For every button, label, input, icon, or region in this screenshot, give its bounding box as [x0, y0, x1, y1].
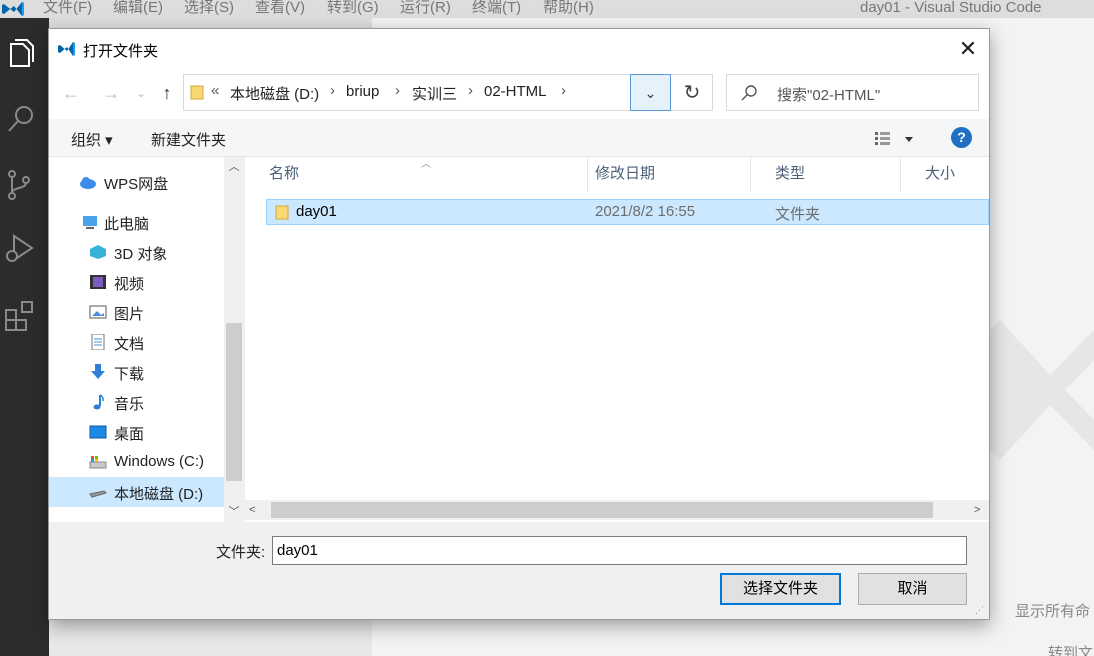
window-title: day01 - Visual Studio Code: [860, 0, 1042, 16]
drive-c-icon: [89, 456, 107, 469]
download-icon: [91, 364, 105, 379]
scroll-thumb[interactable]: [226, 323, 242, 481]
scroll-down-icon[interactable]: ﹀: [224, 502, 244, 522]
extensions-icon[interactable]: [2, 296, 40, 334]
menu-file[interactable]: 文件(F): [43, 0, 92, 18]
open-folder-dialog: 打开文件夹 ✕ ← → ⌄ ↑ « 本地磁盘 (D:) › briup › 实训…: [48, 28, 990, 620]
up-arrow-icon[interactable]: ↑: [155, 81, 179, 105]
organize-button[interactable]: 组织 ▾: [71, 129, 113, 150]
file-type: 文件夹: [775, 206, 821, 223]
navigation-pane: WPS网盘 此电脑 3D 对象 视频 图片 文档 下载 音乐 桌面 Window…: [49, 157, 244, 522]
menu-selection[interactable]: 选择(S): [184, 0, 234, 18]
menu-go[interactable]: 转到(G): [327, 0, 379, 18]
3d-objects-icon: [90, 245, 106, 259]
nav-item-videos[interactable]: 视频: [49, 267, 224, 297]
cloud-icon: [80, 177, 96, 189]
menu-terminal[interactable]: 终端(T): [472, 0, 521, 18]
scroll-up-icon[interactable]: ︿: [224, 157, 244, 177]
nav-item-this-pc[interactable]: 此电脑: [49, 207, 224, 237]
documents-icon: [91, 334, 105, 350]
breadcrumb-drive-d[interactable]: 本地磁盘 (D:): [230, 83, 319, 104]
nav-item-documents[interactable]: 文档: [49, 327, 224, 357]
breadcrumb-briup[interactable]: briup: [346, 83, 379, 100]
activity-bar: [0, 18, 49, 656]
recent-locations-icon[interactable]: ⌄: [129, 81, 153, 105]
view-options-icon[interactable]: [873, 129, 917, 149]
command-toolbar: 组织 ▾ 新建文件夹 ?: [49, 119, 989, 157]
source-control-icon[interactable]: [2, 166, 40, 204]
search-input[interactable]: 搜索"02-HTML": [726, 74, 979, 111]
scroll-thumb[interactable]: [271, 502, 933, 518]
go-to-file-hint: 转到文: [1048, 645, 1094, 656]
nav-item-desktop[interactable]: 桌面: [49, 417, 224, 447]
folder-icon: [190, 85, 204, 100]
column-header-name[interactable]: 名称: [245, 157, 588, 191]
column-header-type[interactable]: 类型: [751, 157, 901, 191]
computer-icon: [83, 216, 97, 229]
menu-help[interactable]: 帮助(H): [543, 0, 594, 18]
music-icon: [93, 394, 104, 410]
desktop-icon: [89, 425, 107, 439]
help-icon[interactable]: ?: [951, 127, 972, 148]
column-header-size[interactable]: 大小: [901, 157, 989, 191]
nav-item-3d-objects[interactable]: 3D 对象: [49, 237, 224, 267]
vscode-logo-icon[interactable]: [0, 0, 28, 18]
nav-item-pictures[interactable]: 图片: [49, 297, 224, 327]
scroll-left-icon[interactable]: <: [249, 500, 255, 520]
breadcrumb-shixun3[interactable]: 实训三: [412, 83, 457, 104]
chevron-right-icon[interactable]: ›: [395, 82, 400, 99]
drive-d-icon: [89, 490, 107, 498]
nav-item-drive-c[interactable]: Windows (C:): [49, 447, 224, 477]
dialog-title: 打开文件夹: [83, 43, 159, 60]
back-arrow-icon[interactable]: ←: [59, 81, 83, 105]
breadcrumb-02-html[interactable]: 02-HTML: [484, 83, 547, 100]
folder-field-label: 文件夹:: [216, 544, 266, 561]
search-placeholder: 搜索"02-HTML": [777, 87, 881, 104]
menu-view[interactable]: 查看(V): [255, 0, 305, 18]
folder-name-field[interactable]: [272, 536, 967, 565]
menu-run[interactable]: 运行(R): [400, 0, 451, 18]
file-list: ︿ 名称 修改日期 类型 大小 day01 2021/8/2 16:55 文件夹…: [245, 157, 989, 522]
vscode-watermark-icon: [990, 320, 1094, 460]
resize-grip-icon[interactable]: ⋰: [975, 605, 987, 617]
address-bar[interactable]: « 本地磁盘 (D:) › briup › 实训三 › 02-HTML › ⌄ …: [183, 74, 713, 111]
new-folder-button[interactable]: 新建文件夹: [151, 129, 226, 150]
table-row[interactable]: day01 2021/8/2 16:55 文件夹: [266, 199, 989, 225]
chevron-right-icon[interactable]: ›: [330, 82, 335, 99]
chevron-right-icon[interactable]: ›: [561, 82, 566, 99]
vscode-logo-icon: [58, 42, 75, 56]
nav-item-drive-d[interactable]: 本地磁盘 (D:): [49, 477, 224, 507]
search-icon: [741, 85, 757, 101]
scroll-right-icon[interactable]: >: [974, 500, 980, 520]
explorer-icon[interactable]: [2, 36, 40, 74]
menu-edit[interactable]: 编辑(E): [113, 0, 163, 18]
refresh-icon[interactable]: ↻: [678, 79, 706, 107]
sidebar-area: [49, 620, 372, 656]
dialog-titlebar: 打开文件夹 ✕: [49, 29, 989, 69]
video-icon: [90, 275, 106, 289]
show-all-commands-hint: 显示所有命: [1015, 603, 1091, 620]
forward-arrow-icon[interactable]: →: [99, 81, 123, 105]
column-header-modified[interactable]: 修改日期: [571, 157, 751, 191]
pictures-icon: [89, 305, 107, 319]
nav-item-music[interactable]: 音乐: [49, 387, 224, 417]
cancel-button[interactable]: 取消: [858, 573, 967, 605]
nav-item-downloads[interactable]: 下载: [49, 357, 224, 387]
search-icon[interactable]: [2, 100, 40, 138]
file-modified: 2021/8/2 16:55: [595, 203, 696, 220]
nav-item-wps-cloud[interactable]: WPS网盘: [49, 167, 224, 197]
chevron-right-icon[interactable]: ›: [468, 82, 473, 99]
nav-pane-scrollbar[interactable]: ︿ ﹀: [224, 157, 244, 522]
run-debug-icon[interactable]: [2, 230, 40, 268]
chevron-down-icon[interactable]: ⌄: [630, 74, 671, 111]
file-list-scrollbar[interactable]: < >: [245, 500, 989, 520]
navigation-bar: ← → ⌄ ↑ « 本地磁盘 (D:) › briup › 实训三 › 02-H…: [49, 69, 989, 119]
address-overflow[interactable]: «: [211, 82, 219, 99]
select-folder-button[interactable]: 选择文件夹: [720, 573, 841, 605]
file-name: day01: [296, 203, 337, 220]
folder-icon: [275, 205, 289, 220]
close-button[interactable]: ✕: [951, 35, 985, 63]
